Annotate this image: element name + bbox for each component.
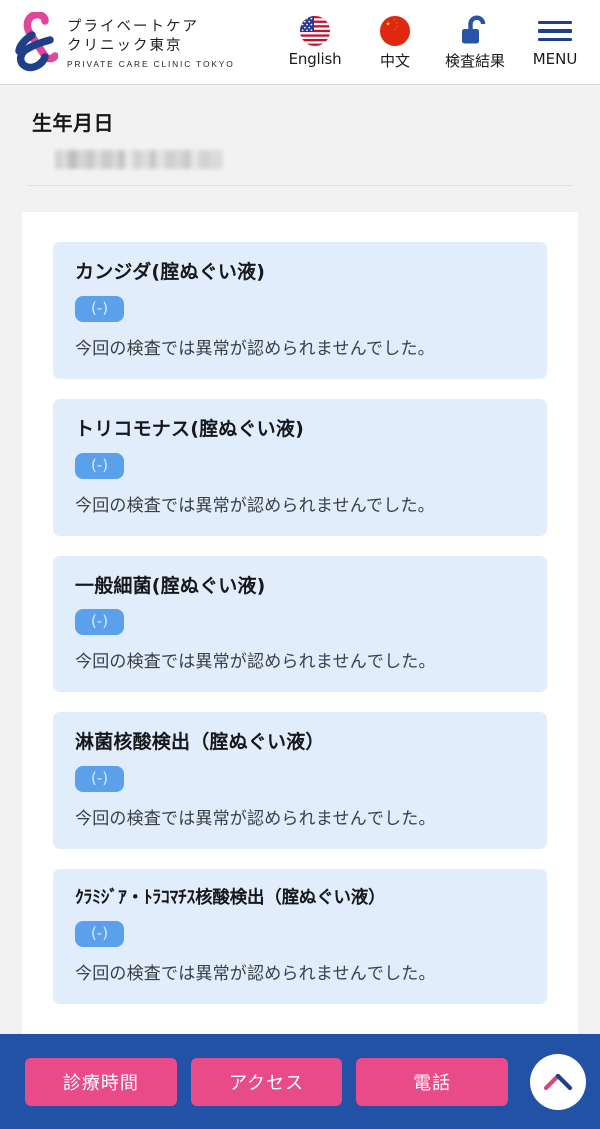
footer-hours-button[interactable]: 診療時間 xyxy=(25,1057,177,1106)
brand-line-en: PRIVATE CARE CLINIC TOKYO xyxy=(67,58,235,69)
result-comment: 今回の検査では異常が認められませんでした。 xyxy=(75,963,436,984)
result-card: トリコモナス(腟ぬぐい液) (-) 今回の検査では異常が認められませんでした。 xyxy=(53,398,547,536)
open-lock-icon xyxy=(459,13,491,49)
scroll-to-top-button[interactable] xyxy=(530,1053,587,1110)
result-test-name: トリコモナス(腟ぬぐい液) xyxy=(75,417,304,440)
result-comment: 今回の検査では異常が認められませんでした。 xyxy=(75,495,435,516)
result-status-badge: (-) xyxy=(75,920,125,947)
results-container: カンジダ(腟ぬぐい液) (-) 今回の検査では異常が認められませんでした。 トリ… xyxy=(22,212,578,1038)
footer-phone-button[interactable]: 電話 xyxy=(356,1057,509,1106)
result-comment: 今回の検査では異常が認められませんでした。 xyxy=(75,338,435,359)
nav-label-menu: MENU xyxy=(532,50,578,68)
result-status-badge: (-) xyxy=(75,295,125,322)
us-flag-icon xyxy=(300,13,330,49)
result-comment: 今回の検査では異常が認められませんでした。 xyxy=(75,809,436,829)
result-test-name: ｸﾗﾐｼﾞｱ・ﾄﾗｺﾏﾁｽ核酸検出（腟ぬぐい液） xyxy=(75,888,386,908)
china-flag-icon xyxy=(380,13,410,49)
patient-info-block: 生年月日 xyxy=(0,85,600,186)
birthdate-value-redacted xyxy=(55,150,223,169)
result-status-badge: (-) xyxy=(75,609,125,636)
ampersand-logo xyxy=(12,10,59,72)
result-test-name: カンジダ(腟ぬぐい液) xyxy=(75,261,266,283)
birthdate-label: 生年月日 xyxy=(32,111,114,135)
brand-line-2: クリニック東京 xyxy=(67,38,183,55)
site-header: プライベートケア クリニック東京 PRIVATE CARE CLINIC TOK… xyxy=(0,0,600,85)
nav-label-test-results: 検査結果 xyxy=(444,52,505,70)
result-status-badge: (-) xyxy=(75,766,125,792)
footer-action-bar: 診療時間 アクセス 電話 xyxy=(0,1034,600,1129)
brand-logo[interactable]: プライベートケア クリニック東京 PRIVATE CARE CLINIC TOK… xyxy=(12,10,235,72)
result-comment: 今回の検査では異常が認められませんでした。 xyxy=(75,652,436,673)
hamburger-icon xyxy=(538,13,572,49)
result-card: ｸﾗﾐｼﾞｱ・ﾄﾗｺﾏﾁｽ核酸検出（腟ぬぐい液） (-) 今回の検査では異常が認… xyxy=(53,869,547,1004)
chevron-up-icon xyxy=(543,1073,573,1090)
nav-chinese[interactable]: 中文 xyxy=(364,13,426,71)
nav-english[interactable]: English xyxy=(284,13,346,68)
page-root: プライベートケア クリニック東京 PRIVATE CARE CLINIC TOK… xyxy=(0,0,600,1129)
brand-line-1: プライベートケア xyxy=(67,18,199,35)
result-card: カンジダ(腟ぬぐい液) (-) 今回の検査では異常が認められませんでした。 xyxy=(53,242,547,379)
nav-test-results[interactable]: 検査結果 xyxy=(444,13,506,71)
footer-access-button[interactable]: アクセス xyxy=(190,1057,343,1106)
result-card: 一般細菌(腟ぬぐい液) (-) 今回の検査では異常が認められませんでした。 xyxy=(53,555,547,693)
brand-text: プライベートケア クリニック東京 PRIVATE CARE CLINIC TOK… xyxy=(67,16,235,69)
result-test-name: 一般細菌(腟ぬぐい液) xyxy=(75,574,266,597)
header-nav: English 中文 検査結果 MENU xyxy=(284,13,594,71)
result-status-badge: (-) xyxy=(75,452,125,479)
result-card: 淋菌核酸検出（腟ぬぐい液） (-) 今回の検査では異常が認められませんでした。 xyxy=(53,712,547,849)
section-divider xyxy=(28,185,572,186)
nav-label-chinese: 中文 xyxy=(379,52,410,70)
nav-menu[interactable]: MENU xyxy=(524,13,586,68)
result-test-name: 淋菌核酸検出（腟ぬぐい液） xyxy=(75,731,325,754)
nav-label-english: English xyxy=(288,50,342,68)
